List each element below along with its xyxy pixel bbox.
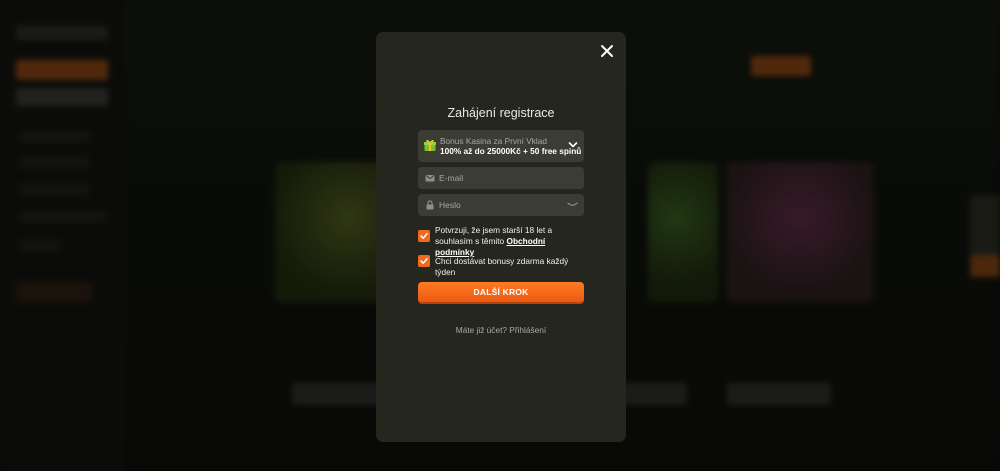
- chevron-down-icon: [568, 142, 578, 148]
- login-link[interactable]: Máte již účet? Přihlášení: [376, 325, 626, 335]
- password-field[interactable]: [418, 194, 584, 216]
- lock-icon: [426, 200, 434, 210]
- bonus-consent-checkbox[interactable]: [418, 255, 430, 267]
- bonus-select[interactable]: Bonus Kasina za První Vklad 100% až do 2…: [418, 130, 584, 162]
- bonus-value: 100% až do 25000Kč + 50 free spinů: [440, 146, 582, 156]
- password-input[interactable]: [439, 194, 569, 216]
- eye-closed-icon[interactable]: [567, 201, 578, 209]
- checkmark-icon: [420, 258, 428, 264]
- modal-title: Zahájení registrace: [447, 106, 555, 120]
- next-step-button[interactable]: DALŠÍ KROK: [418, 282, 584, 304]
- age-consent-checkbox[interactable]: [418, 230, 430, 242]
- bonus-label: Bonus Kasina za První Vklad: [440, 136, 547, 146]
- close-icon: [601, 45, 613, 57]
- gift-icon: [424, 140, 436, 151]
- age-consent-label: Potvrzuji, že jsem starší 18 let a souhl…: [435, 225, 585, 258]
- email-input[interactable]: [439, 167, 569, 189]
- registration-modal: Zahájení registrace Bonus Kasina za Prvn…: [376, 32, 626, 442]
- checkmark-icon: [420, 233, 428, 239]
- email-field[interactable]: [418, 167, 584, 189]
- envelope-icon: [425, 175, 435, 182]
- close-button[interactable]: [600, 44, 614, 58]
- bonus-consent-label: Chci dostávat bonusy zdarma každý týden: [435, 256, 569, 277]
